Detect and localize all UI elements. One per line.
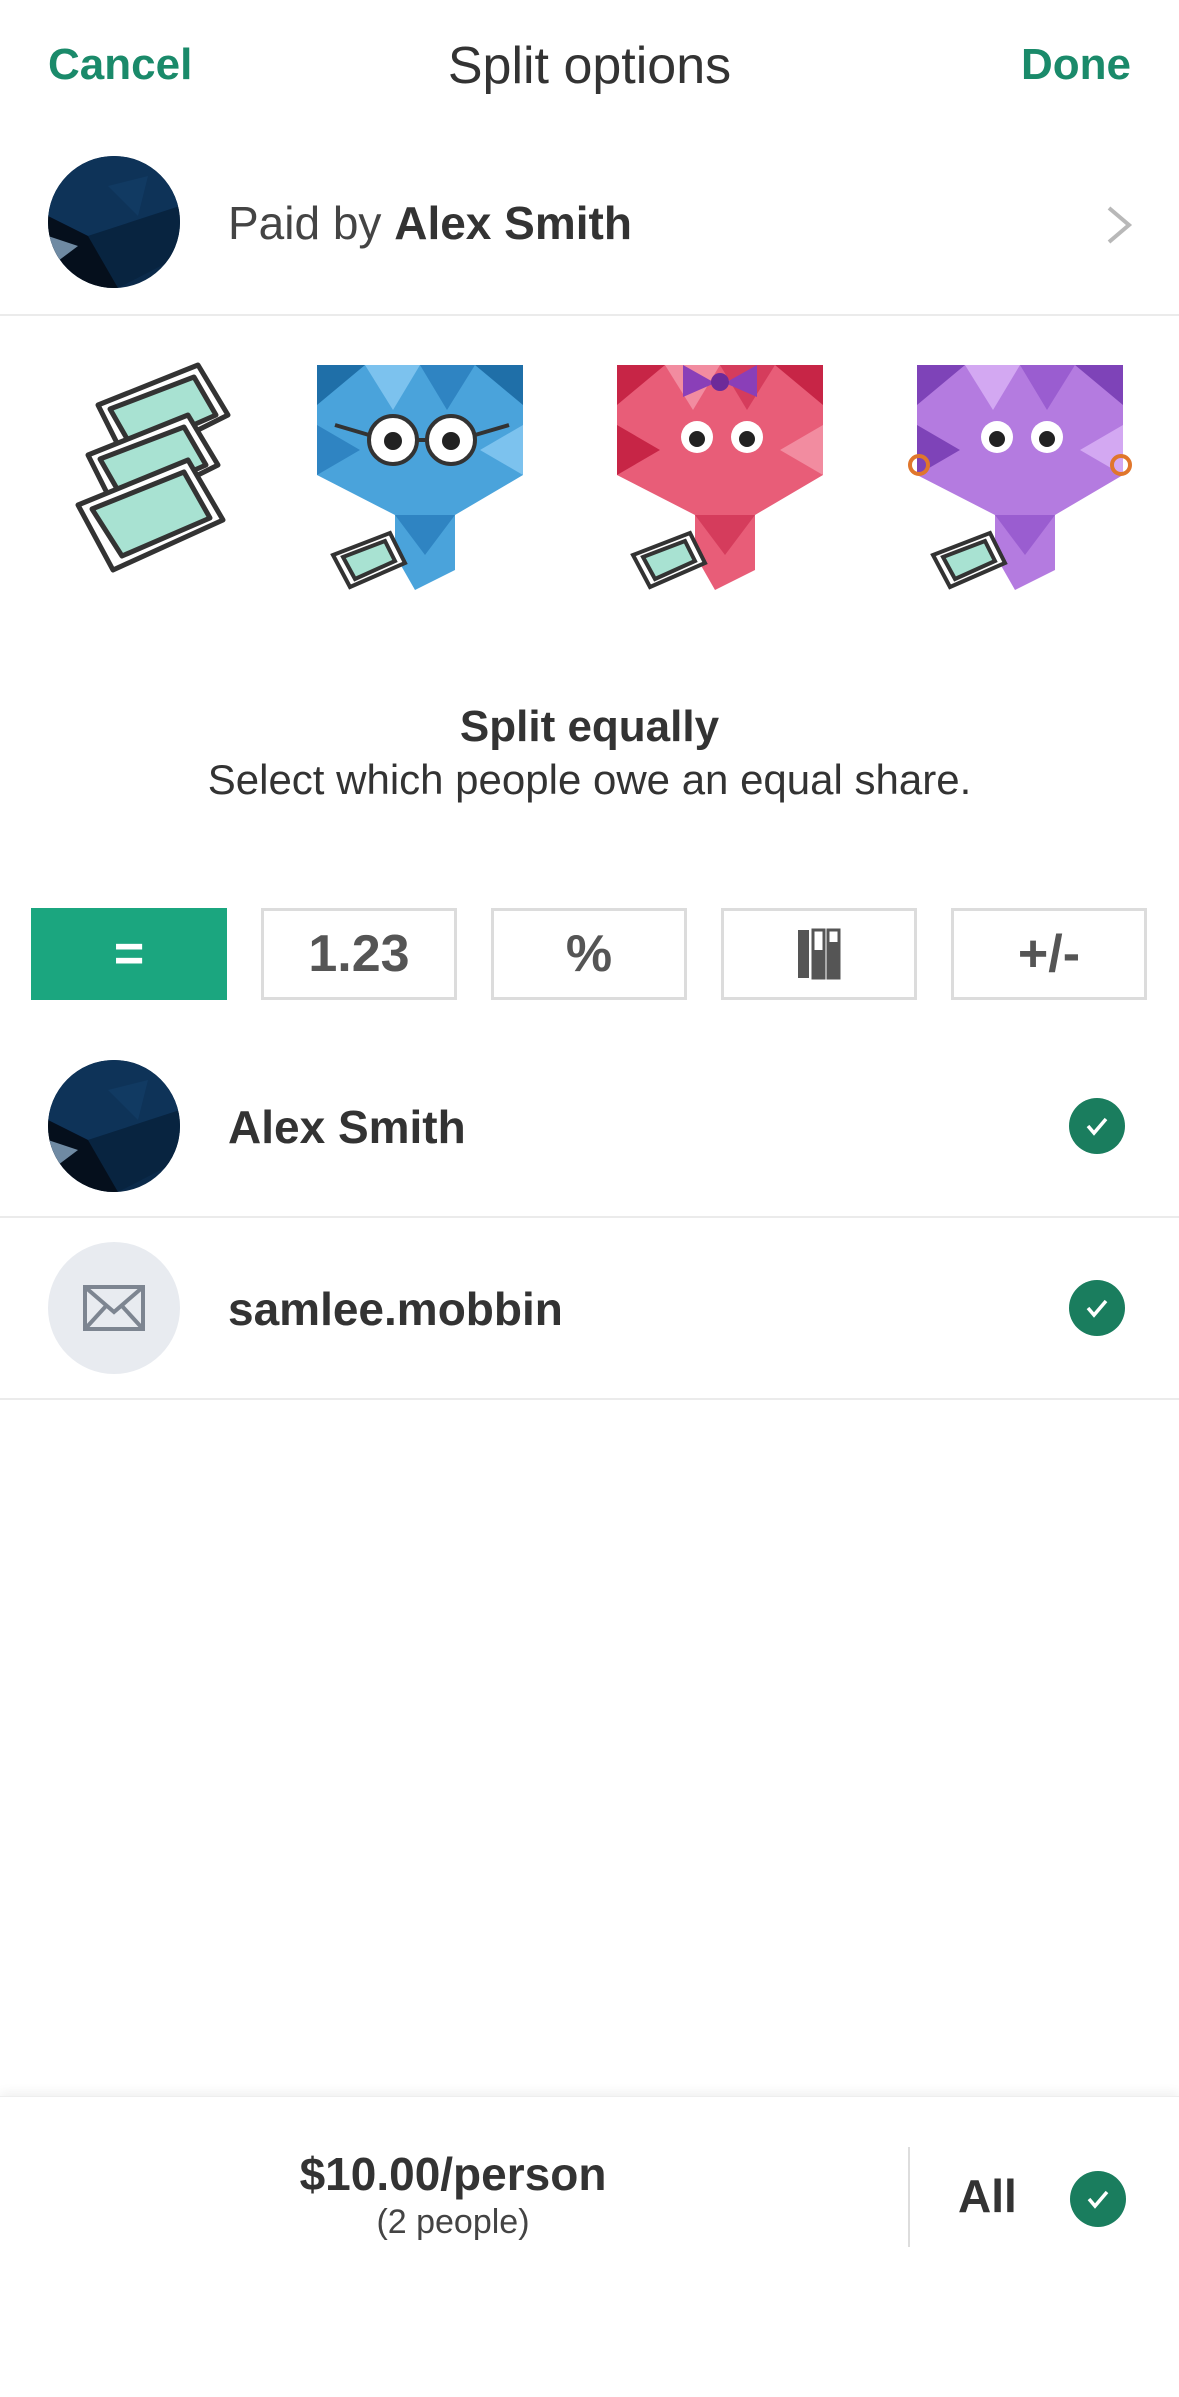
- done-button[interactable]: Done: [1021, 40, 1131, 90]
- split-shares-button[interactable]: [721, 908, 917, 1000]
- purple-elephant-illustration: [908, 365, 1132, 590]
- split-exact-amounts-label: 1.23: [308, 925, 410, 983]
- paid-by-row[interactable]: Paid by Alex Smith: [0, 140, 1179, 316]
- payer-name: Alex Smith: [394, 197, 632, 249]
- paid-by-prefix: Paid by: [228, 197, 382, 249]
- select-all-label[interactable]: All: [958, 2169, 1017, 2223]
- envelope-icon: [83, 1285, 145, 1331]
- avatar: [48, 1060, 180, 1192]
- per-person-amount: $10.00/person: [299, 2148, 607, 2200]
- receipts-stack-illustration: [75, 362, 231, 573]
- paid-by-text: Paid by Alex Smith: [228, 196, 632, 250]
- avatar: [48, 1242, 180, 1374]
- split-adjustment-button[interactable]: +/-: [951, 908, 1147, 1000]
- people-count: (2 people): [376, 2203, 530, 2241]
- page-title: Split options: [447, 37, 732, 95]
- split-adjustment-label: +/-: [1017, 925, 1081, 983]
- check-icon[interactable]: [1069, 1280, 1125, 1336]
- footer-divider: [908, 2147, 910, 2247]
- chevron-right-icon: [1107, 206, 1133, 244]
- split-summary-footer: $10.00/person (2 people) All: [0, 2096, 1179, 2397]
- blue-elephant-illustration: [317, 365, 523, 590]
- person-row-samlee-mobbin[interactable]: samlee.mobbin: [0, 1218, 1179, 1400]
- split-mode-description: Select which people owe an equal share.: [207, 756, 972, 803]
- shares-icon: [798, 928, 841, 980]
- person-row-alex-smith[interactable]: Alex Smith: [0, 1036, 1179, 1218]
- split-percentages-button[interactable]: %: [491, 908, 687, 1000]
- split-equally-label: =: [113, 925, 145, 983]
- person-name: samlee.mobbin: [228, 1283, 563, 1335]
- payer-avatar: [48, 156, 180, 288]
- select-all-check-icon[interactable]: [1070, 2171, 1126, 2227]
- check-icon[interactable]: [1069, 1098, 1125, 1154]
- person-name: Alex Smith: [228, 1101, 466, 1153]
- split-percentages-label: %: [565, 925, 613, 983]
- split-mode-title: Split equally: [459, 702, 720, 751]
- pink-elephant-illustration: [617, 365, 823, 590]
- split-equally-button[interactable]: =: [31, 908, 227, 1000]
- split-exact-amounts-button[interactable]: 1.23: [261, 908, 457, 1000]
- navigation-header: Cancel Split options Done: [0, 0, 1179, 140]
